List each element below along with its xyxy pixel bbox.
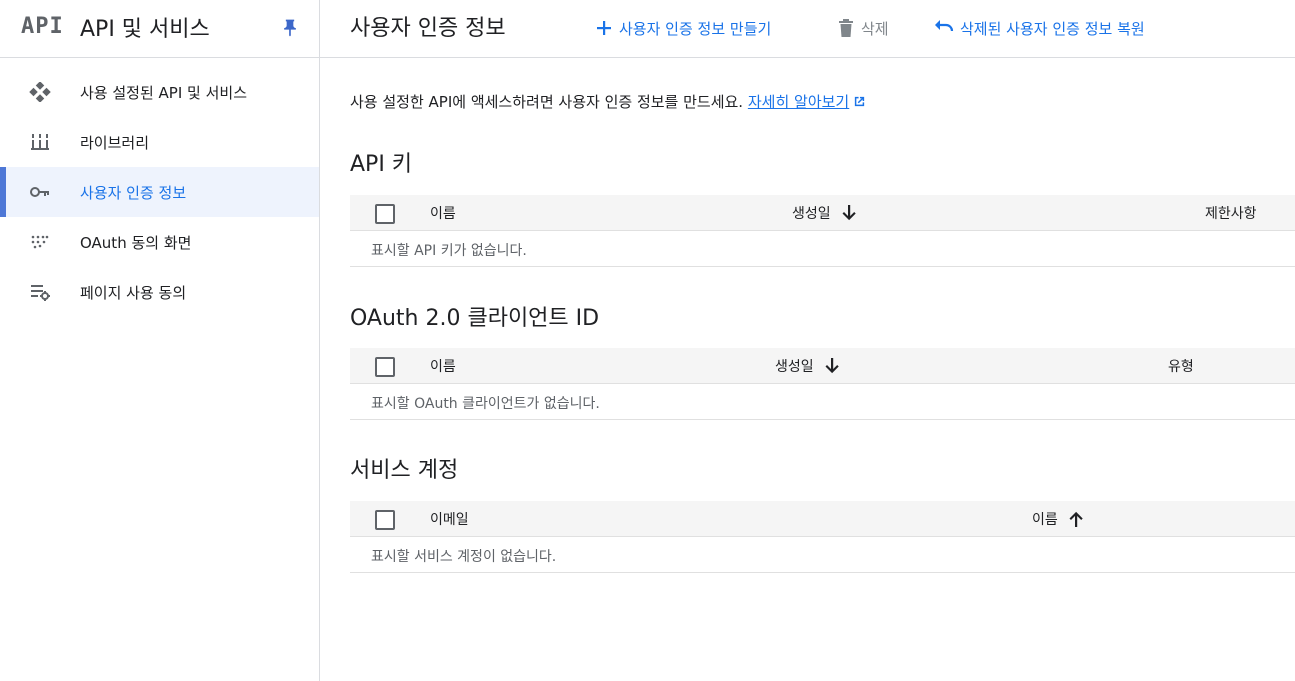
trash-icon — [839, 19, 853, 37]
page-title: 사용자 인증 정보 — [350, 16, 506, 41]
key-icon — [29, 182, 51, 202]
restore-deleted-button[interactable]: 삭제된 사용자 인증 정보 복원 — [934, 16, 1145, 40]
sidebar-item-enabled-apis[interactable]: 사용 설정된 API 및 서비스 — [0, 67, 319, 117]
select-all-checkbox[interactable] — [375, 357, 395, 377]
empty-message: 표시할 API 키가 없습니다. — [371, 243, 527, 259]
empty-message: 표시할 OAuth 클라이언트가 없습니다. — [371, 396, 600, 412]
column-name[interactable]: 이름 — [430, 356, 456, 376]
oauth-clients-table: 이름 생성일 유형 표시할 OAuth 클라이언트가 없습니다. — [350, 348, 1295, 420]
arrow-up-icon — [1069, 511, 1083, 527]
sidebar-item-label: OAuth 동의 화면 — [80, 233, 192, 252]
column-created[interactable]: 생성일 — [775, 356, 840, 376]
undo-icon — [935, 20, 954, 32]
dotted-grid-icon — [29, 232, 51, 252]
external-link-icon[interactable] — [853, 94, 866, 112]
table-header: 이메일 이름 — [350, 501, 1295, 537]
arrow-down-icon — [842, 205, 856, 221]
delete-label: 삭제 — [861, 19, 889, 38]
column-name[interactable]: 이름 — [1032, 509, 1084, 529]
sidebar: API API 및 서비스 사용 설정된 API 및 서비스 라이브러리 사용자… — [0, 0, 320, 681]
restore-deleted-label: 삭제된 사용자 인증 정보 복원 — [960, 19, 1145, 38]
create-credentials-label: 사용자 인증 정보 만들기 — [619, 19, 772, 38]
oauth-clients-title: OAuth 2.0 클라이언트 ID — [350, 306, 600, 331]
settings-list-icon — [29, 282, 51, 302]
sidebar-item-library[interactable]: 라이브러리 — [0, 117, 319, 167]
sidebar-item-oauth-consent[interactable]: OAuth 동의 화면 — [0, 217, 319, 267]
sidebar-header: API API 및 서비스 — [0, 0, 319, 58]
sidebar-item-label: 페이지 사용 동의 — [80, 283, 187, 302]
column-type[interactable]: 유형 — [1168, 356, 1194, 376]
column-created[interactable]: 생성일 — [792, 203, 857, 223]
create-credentials-button[interactable]: 사용자 인증 정보 만들기 — [595, 16, 771, 40]
sidebar-item-credentials[interactable]: 사용자 인증 정보 — [0, 167, 319, 217]
api-keys-table: 이름 생성일 제한사항 표시할 API 키가 없습니다. — [350, 195, 1295, 267]
api-diamond-icon — [29, 81, 51, 103]
column-name[interactable]: 이름 — [430, 203, 456, 223]
column-email[interactable]: 이메일 — [430, 509, 469, 529]
sidebar-nav: 사용 설정된 API 및 서비스 라이브러리 사용자 인증 정보 OAuth 동… — [0, 67, 319, 317]
api-logo: API — [21, 14, 64, 39]
library-icon — [29, 132, 51, 152]
delete-button[interactable]: 삭제 — [837, 16, 889, 40]
column-restrictions[interactable]: 제한사항 — [1205, 203, 1257, 223]
learn-more-link[interactable]: 자세히 알아보기 — [748, 93, 849, 111]
sidebar-item-label: 라이브러리 — [80, 133, 150, 152]
empty-row: 표시할 API 키가 없습니다. — [350, 231, 1295, 267]
select-all-checkbox[interactable] — [375, 510, 395, 530]
sidebar-item-page-usage-consent[interactable]: 페이지 사용 동의 — [0, 267, 319, 317]
service-accounts-table: 이메일 이름 표시할 서비스 계정이 없습니다. — [350, 501, 1295, 573]
product-title: API 및 서비스 — [80, 17, 210, 42]
table-header: 이름 생성일 제한사항 — [350, 195, 1295, 231]
select-all-checkbox[interactable] — [375, 204, 395, 224]
sidebar-item-label: 사용 설정된 API 및 서비스 — [80, 83, 248, 102]
empty-message: 표시할 서비스 계정이 없습니다. — [371, 549, 557, 565]
service-accounts-title: 서비스 계정 — [350, 458, 459, 483]
api-keys-title: API 키 — [350, 152, 413, 177]
sidebar-item-label: 사용자 인증 정보 — [80, 183, 187, 202]
arrow-down-icon — [825, 358, 839, 374]
empty-row: 표시할 서비스 계정이 없습니다. — [350, 537, 1295, 573]
intro-text: 사용 설정한 API에 액세스하려면 사용자 인증 정보를 만드세요. 자세히 … — [350, 91, 866, 112]
empty-row: 표시할 OAuth 클라이언트가 없습니다. — [350, 384, 1295, 420]
table-header: 이름 생성일 유형 — [350, 348, 1295, 384]
pin-icon[interactable] — [280, 18, 300, 38]
intro-sentence: 사용 설정한 API에 액세스하려면 사용자 인증 정보를 만드세요. — [350, 93, 748, 111]
plus-icon — [597, 21, 611, 35]
top-action-bar: 사용자 인증 정보 사용자 인증 정보 만들기 삭제 삭제된 사용자 인증 정보… — [320, 0, 1295, 58]
